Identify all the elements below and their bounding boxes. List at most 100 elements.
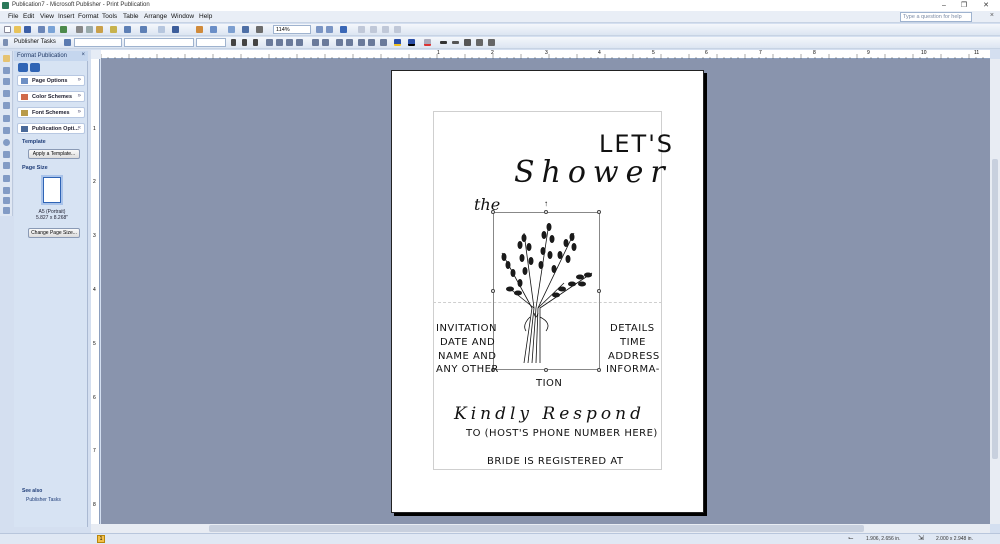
resize-handle[interactable]: [491, 289, 495, 293]
resize-handle[interactable]: [597, 368, 601, 372]
align-right-toolbar-icon[interactable]: [382, 26, 389, 33]
zoom-out-icon[interactable]: [316, 26, 323, 33]
html-fragment-tool-icon[interactable]: [3, 197, 10, 204]
dash-style-icon[interactable]: [452, 41, 459, 44]
zoom-select[interactable]: 114%: [273, 25, 311, 34]
document-workspace[interactable]: LET'S Shower the ↑ INVITATION DATE AND N…: [101, 59, 990, 524]
lets-heading[interactable]: LET'S: [599, 130, 674, 158]
design-gallery-tool-icon[interactable]: [3, 207, 10, 214]
bullets-icon[interactable]: [322, 39, 329, 46]
font-size-up-icon[interactable]: [358, 39, 365, 46]
paste-icon[interactable]: [96, 26, 103, 33]
section-color-schemes[interactable]: Color Schemes »: [17, 91, 85, 102]
right-text-line[interactable]: DETAILS: [610, 323, 655, 334]
columns-icon[interactable]: [228, 26, 235, 33]
kindly-respond-script[interactable]: Kindly Respond: [454, 404, 645, 424]
section-publication-options[interactable]: Publication Opti... «: [17, 123, 85, 134]
copy-icon[interactable]: [86, 26, 93, 33]
3d-style-icon[interactable]: [488, 39, 495, 46]
resize-handle[interactable]: [544, 210, 548, 214]
left-text-line[interactable]: ANY OTHER: [436, 364, 499, 375]
insert-picture-icon[interactable]: [210, 26, 217, 33]
hot-spot-tool-icon[interactable]: [3, 175, 10, 182]
print-preview-icon[interactable]: [48, 26, 55, 33]
right-text-line[interactable]: TIME: [620, 337, 646, 348]
left-text-line[interactable]: NAME AND: [438, 351, 496, 362]
cut-icon[interactable]: [76, 26, 83, 33]
rectangle-tool-icon[interactable]: [3, 151, 10, 158]
distribute-icon[interactable]: [394, 26, 401, 33]
pane-close-icon[interactable]: ×: [81, 52, 85, 58]
save-icon[interactable]: [24, 26, 31, 33]
style-select[interactable]: [74, 38, 122, 47]
bring-forward-icon[interactable]: [172, 26, 179, 33]
undo-icon[interactable]: [124, 26, 131, 33]
zoom-in-icon[interactable]: [326, 26, 333, 33]
menu-file[interactable]: File: [8, 13, 18, 20]
font-color-small-icon[interactable]: [380, 39, 387, 46]
line-style-icon[interactable]: [440, 41, 447, 44]
help-icon[interactable]: [340, 26, 347, 33]
document-close-icon[interactable]: ×: [990, 12, 994, 19]
resize-handle[interactable]: [597, 210, 601, 214]
bold-icon[interactable]: [231, 39, 236, 46]
menu-insert[interactable]: Insert: [58, 13, 74, 20]
styles-icon[interactable]: [64, 39, 71, 46]
font-size-down-icon[interactable]: [368, 39, 375, 46]
font-color-icon[interactable]: [424, 39, 431, 46]
rotate-handle-icon[interactable]: ↑: [544, 199, 548, 208]
font-size-select[interactable]: [196, 38, 226, 47]
menu-view[interactable]: View: [40, 13, 54, 20]
new-icon[interactable]: [4, 26, 11, 33]
align-left-toolbar-icon[interactable]: [358, 26, 365, 33]
vertical-scroll-thumb[interactable]: [992, 159, 998, 459]
align-center-icon[interactable]: [276, 39, 283, 46]
right-text-line[interactable]: INFORMA-: [606, 364, 660, 375]
horizontal-ruler[interactable]: 1 2 3 4 5 6 7 8 9 10 11: [101, 50, 990, 59]
right-text-line[interactable]: ADDRESS: [608, 351, 660, 362]
publication-page[interactable]: LET'S Shower the ↑ INVITATION DATE AND N…: [391, 70, 704, 513]
numbering-icon[interactable]: [312, 39, 319, 46]
insert-table-icon[interactable]: [196, 26, 203, 33]
vertical-scrollbar[interactable]: [990, 59, 1000, 524]
section-page-options[interactable]: Page Options »: [17, 75, 85, 86]
host-phone-text[interactable]: TO (HOST'S PHONE NUMBER HERE): [466, 428, 658, 439]
apply-template-button[interactable]: Apply a Template...: [28, 149, 80, 159]
back-arrow-icon[interactable]: [18, 63, 28, 72]
open-icon[interactable]: [14, 26, 21, 33]
line-tool-icon[interactable]: [3, 115, 10, 122]
horizontal-scroll-thumb[interactable]: [209, 525, 864, 532]
left-text-line[interactable]: INVITATION: [436, 323, 497, 334]
page-size-thumbnail[interactable]: [41, 175, 63, 205]
decrease-indent-icon[interactable]: [336, 39, 343, 46]
forward-arrow-icon[interactable]: [30, 63, 40, 72]
ruler-corner[interactable]: [91, 50, 101, 59]
menu-help[interactable]: Help: [199, 13, 212, 20]
wordart-tool-icon[interactable]: [3, 90, 10, 97]
menu-edit[interactable]: Edit: [23, 13, 34, 20]
line-color-icon[interactable]: [408, 39, 415, 46]
left-text-line[interactable]: DATE AND: [440, 337, 495, 348]
fill-color-icon[interactable]: [394, 39, 401, 46]
arrow-style-icon[interactable]: [464, 39, 471, 46]
change-page-size-button[interactable]: Change Page Size...: [28, 228, 80, 238]
pane-title[interactable]: Format Publication ×: [14, 51, 88, 61]
text-box-tool-icon[interactable]: [3, 67, 10, 74]
shower-script-heading[interactable]: Shower: [514, 155, 672, 190]
oval-tool-icon[interactable]: [3, 139, 10, 146]
send-backward-icon[interactable]: [158, 26, 165, 33]
resize-handle[interactable]: [491, 210, 495, 214]
menu-table[interactable]: Table: [123, 13, 139, 20]
align-center-toolbar-icon[interactable]: [370, 26, 377, 33]
ask-question-input[interactable]: Type a question for help: [900, 12, 972, 22]
menu-window[interactable]: Window: [171, 13, 194, 20]
publisher-tasks-button[interactable]: Publisher Tasks: [14, 39, 56, 45]
menu-tools[interactable]: Tools: [102, 13, 117, 20]
autoshapes-tool-icon[interactable]: [3, 162, 10, 169]
format-painter-icon[interactable]: [110, 26, 117, 33]
picture-tool-icon[interactable]: [3, 102, 10, 109]
underline-icon[interactable]: [253, 39, 258, 46]
horizontal-scrollbar[interactable]: [91, 524, 990, 533]
form-control-tool-icon[interactable]: [3, 187, 10, 194]
shadow-style-icon[interactable]: [476, 39, 483, 46]
